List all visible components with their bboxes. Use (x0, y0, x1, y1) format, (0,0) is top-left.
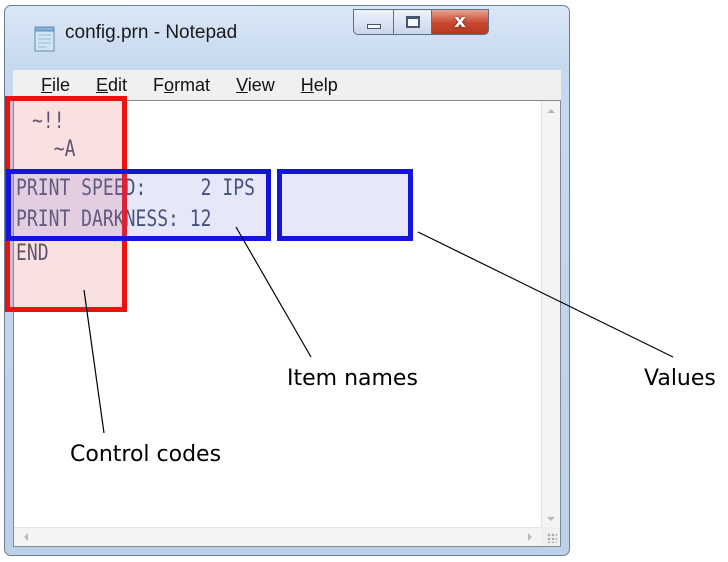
item-names-label: Item names (287, 366, 418, 391)
values-label: Values (644, 366, 716, 391)
control-codes-label: Control codes (70, 442, 222, 467)
callout-lines (83, 226, 674, 434)
control-codes-leader (83, 289, 105, 434)
values-leader (417, 231, 674, 358)
item-names-leader (235, 226, 312, 358)
